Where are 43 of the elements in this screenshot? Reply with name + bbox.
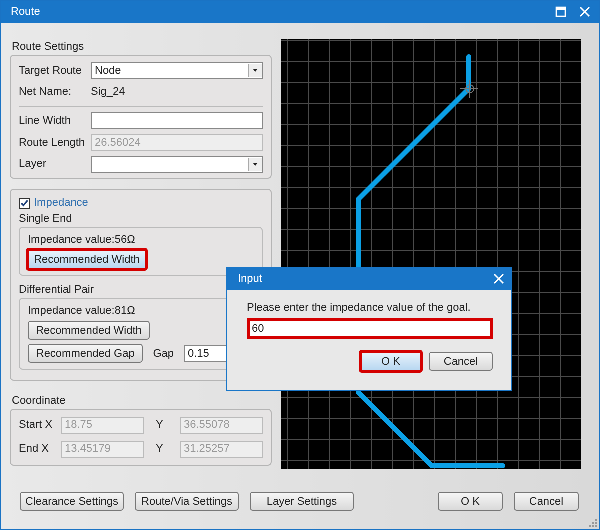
- input-field[interactable]: 60: [247, 318, 493, 339]
- button[interactable]: Recommended Gap: [28, 344, 144, 363]
- button[interactable]: Recommended Width: [28, 321, 150, 340]
- impedance-value: Impedance value:56Ω: [28, 234, 136, 246]
- checkbox[interactable]: [19, 198, 30, 208]
- button[interactable]: Cancel: [429, 352, 493, 371]
- prompt-text: Please enter the impedance value of the goal.: [247, 302, 472, 314]
- field-label: Start X: [19, 419, 54, 431]
- field-label: End X: [19, 443, 50, 455]
- field-label: Y: [155, 443, 164, 455]
- impedance-value: Impedance value:81Ω: [28, 305, 136, 317]
- field-label: Net Name:: [19, 86, 73, 98]
- button[interactable]: Cancel: [514, 492, 579, 511]
- group-title: Route Settings: [11, 40, 86, 55]
- group-title: Coordinate: [11, 394, 67, 409]
- field-label: Gap: [153, 348, 174, 360]
- crosshair-icon: [460, 80, 478, 98]
- field-label: Layer: [19, 158, 48, 170]
- close-icon[interactable]: [493, 273, 505, 285]
- checkbox-label[interactable]: Impedance: [34, 197, 88, 209]
- highlighted-button[interactable]: O K: [359, 350, 423, 373]
- net-name-value: Sig_24: [91, 86, 126, 98]
- dropdown[interactable]: [91, 156, 263, 173]
- caret-icon: [248, 64, 262, 78]
- dropdown[interactable]: Node: [91, 62, 263, 80]
- button[interactable]: Clearance Settings: [20, 492, 124, 511]
- input-field[interactable]: [91, 112, 263, 130]
- highlighted-button[interactable]: Recommended Width: [26, 248, 148, 271]
- caret-icon: [248, 158, 262, 171]
- resize-grip-icon[interactable]: [589, 519, 597, 527]
- section-title: Single End: [19, 212, 74, 227]
- window-title: Route: [11, 6, 42, 18]
- close-icon[interactable]: [579, 6, 591, 18]
- button[interactable]: Route/Via Settings: [135, 492, 239, 511]
- maximize-icon[interactable]: [555, 6, 567, 18]
- button[interactable]: Layer Settings: [250, 492, 354, 511]
- field-label: Route Length: [19, 136, 86, 149]
- dialog-title: Input: [238, 273, 264, 285]
- field-label: Line Width: [19, 114, 72, 127]
- field-label: Y: [155, 419, 164, 431]
- field-label: Target Route: [19, 64, 83, 77]
- section-title: Differential Pair: [19, 283, 95, 298]
- button[interactable]: O K: [438, 492, 503, 511]
